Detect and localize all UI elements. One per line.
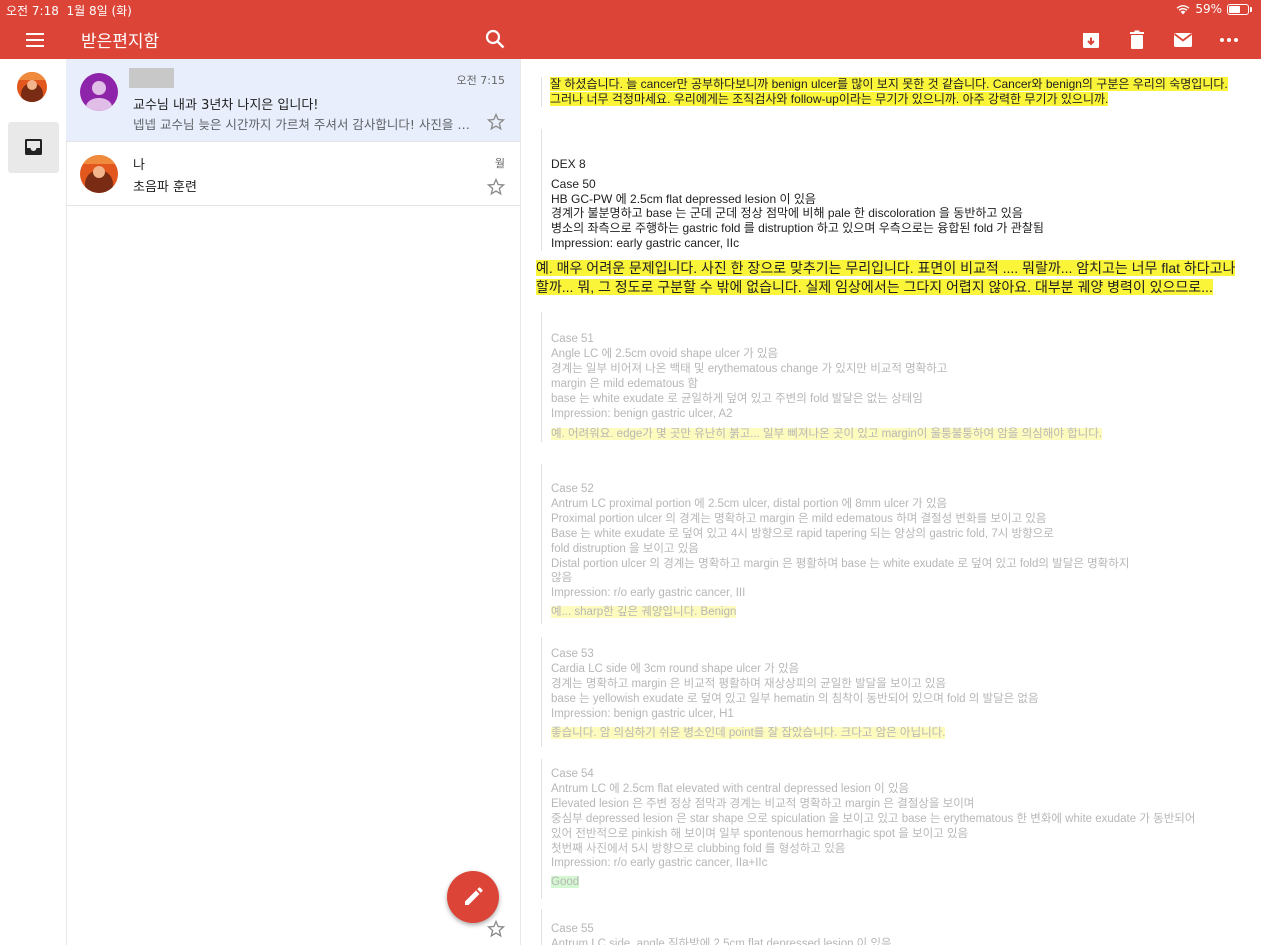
case-title: Case 51 <box>551 333 594 345</box>
mail-icon[interactable] <box>1171 28 1195 52</box>
app-bar: 받은편지함 <box>0 20 1261 59</box>
star-icon[interactable] <box>486 177 506 197</box>
compose-button[interactable] <box>447 871 499 923</box>
case-block: Case 52 Antrum LC proximal portion 에 2.5… <box>541 464 1251 624</box>
reply-line: 좋습니다. 암 의심하기 쉬운 병소인데 point를 잘 잡았습니다. 크다고… <box>551 726 946 739</box>
reply-line: 그러나 너무 걱정마세요. 우리에게는 조직검사와 follow-up이라는 무… <box>550 92 1109 106</box>
thread-row[interactable]: 오전 7:15 교수님 내과 3년차 나지은 입니다! 넵넵 교수님 늦은 시간… <box>66 59 520 142</box>
case-line: Impression: benign gastric ulcer, A2 <box>551 407 733 420</box>
pencil-icon <box>465 887 483 905</box>
thread-row[interactable]: 나 월 초음파 훈련 <box>66 142 520 206</box>
thread-subject: 교수님 내과 3년차 나지은 입니다! <box>133 98 319 113</box>
status-bar: 오전 7:18 1월 8일 (화) 59% <box>0 0 1261 20</box>
star-icon[interactable] <box>486 112 506 132</box>
sender-avatar <box>80 73 118 111</box>
case-line: 있어 전반적으로 pinkish 해 보이며 일부 spontenous hem… <box>551 827 969 840</box>
case-block: Case 53 Cardia LC side 에 3cm round shape… <box>541 637 1251 747</box>
thread-subject: 초음파 훈련 <box>133 180 197 195</box>
case-line: HB GC-PW 에 2.5cm flat depressed lesion 이… <box>551 191 816 206</box>
thread-snippet: 넵넵 교수님 늦은 시간까지 가르쳐 주셔서 감사합니다! 사진을 더 많이 봐… <box>133 117 478 132</box>
case-line: Cardia LC side 에 3cm round shape ulcer 가… <box>551 662 800 675</box>
case-line: 경계가 불분명하고 base 는 군데 군데 정상 점막에 비해 pale 한 … <box>551 206 1023 221</box>
case-title: Case 53 <box>551 648 594 660</box>
inbox-icon <box>25 139 42 155</box>
trash-icon[interactable] <box>1125 28 1149 52</box>
case-line: Antrum LC proximal portion 에 2.5cm ulcer… <box>551 497 948 510</box>
reply-text: 예. 매우 어려운 문제입니다. 사진 한 장으로 맞추기는 무리입니다. 표면… <box>536 259 1238 296</box>
case-title: Case 55 <box>551 923 594 935</box>
case-line: margin 은 mild edematous 함 <box>551 377 699 390</box>
search-icon[interactable] <box>484 28 506 50</box>
page-title: 받은편지함 <box>81 32 160 52</box>
sender-avatar <box>80 155 118 193</box>
case-block: Case 55 Antrum LC side, angle 직하방에 2.5cm… <box>541 909 1251 945</box>
archive-icon[interactable] <box>1079 28 1103 52</box>
star-icon[interactable] <box>486 919 506 939</box>
case-line: 첫번째 사진에서 5시 방향으로 clubbing fold 를 형성하고 있음 <box>551 842 846 855</box>
case-line: Angle LC 에 2.5cm ovoid shape ulcer 가 있음 <box>551 347 779 360</box>
case-line: fold distruption 을 보이고 있음 <box>551 542 699 555</box>
case-line: Impression: r/o early gastric cancer, II… <box>551 857 768 870</box>
case-line: Impression: benign gastric ulcer, H1 <box>551 707 734 720</box>
thread-time: 월 <box>494 157 505 170</box>
account-rail <box>0 59 67 945</box>
case-block: Case 54 Antrum LC 에 2.5cm flat elevated … <box>541 759 1261 899</box>
status-date: 1월 8일 (화) <box>66 4 132 18</box>
reply-line: 예. 매우 어려운 문제입니다. 사진 한 장으로 맞추기는 무리입니다. 표면… <box>536 260 1236 295</box>
more-icon[interactable] <box>1217 28 1241 52</box>
case-title: Case 54 <box>551 768 594 780</box>
case-line: 중심부 depressed lesion 은 star shape 으로 spi… <box>551 812 1196 825</box>
case-title: Case 52 <box>551 483 594 495</box>
case-line: Distal portion ulcer 의 경계는 명확하고 margin 은… <box>551 557 1130 570</box>
case-title: Case 50 <box>551 176 596 191</box>
battery-icon <box>1227 3 1252 15</box>
quoted-reply: 잘 하셨습니다. 늘 cancer만 공부하다보니까 benign ulcer를… <box>541 77 1250 107</box>
case-line: Antrum LC side, angle 직하방에 2.5cm flat de… <box>551 937 892 945</box>
reply-line: 예. 어려워요. edge가 몇 곳만 유난히 붉고... 일부 삐져나온 곳이… <box>551 428 1103 441</box>
inbox-button[interactable] <box>8 122 59 173</box>
case-line: Impression: r/o early gastric cancer, II… <box>551 587 746 600</box>
case-line: base 는 white exudate 로 균일하게 덮여 있고 주변의 fo… <box>551 392 923 405</box>
account-avatar[interactable] <box>17 72 47 102</box>
case-line: Impression: early gastric cancer, IIc <box>551 235 740 250</box>
reply-line: 잘 하셨습니다. 늘 cancer만 공부하다보니까 benign ulcer를… <box>550 77 1228 91</box>
message-body: 잘 하셨습니다. 늘 cancer만 공부하다보니까 benign ulcer를… <box>521 59 1261 945</box>
case-line: Base 는 white exudate 로 덮여 있고 4시 방향으로 rap… <box>551 527 1054 540</box>
case-line: 경계는 명확하고 margin 은 비교적 평활하며 재상상피의 균일한 발달을… <box>551 677 947 690</box>
case-block: DEX 8 Case 50 HB GC-PW 에 2.5cm flat depr… <box>541 129 1251 251</box>
thread-sender: 나 <box>133 158 145 173</box>
case-line: Elevated lesion 은 주변 정상 점막과 경계는 비교적 명확하고… <box>551 797 975 810</box>
reply-line: Good <box>551 876 580 889</box>
thread-time: 오전 7:15 <box>456 74 505 87</box>
dex-title: DEX 8 <box>551 157 586 171</box>
case-line: 않음 <box>551 572 573 585</box>
thread-list: 오전 7:15 교수님 내과 3년차 나지은 입니다! 넵넵 교수님 늦은 시간… <box>66 59 521 945</box>
case-line: 경계는 일부 비어져 나온 백태 및 erythematous change 가… <box>551 362 948 375</box>
wifi-icon <box>1176 4 1190 14</box>
menu-icon[interactable] <box>24 29 46 51</box>
case-line: Proximal portion ulcer 의 경계는 명확하고 margin… <box>551 512 1047 525</box>
case-line: base 는 yellowish exudate 로 덮여 있고 일부 hema… <box>551 692 1039 705</box>
case-line: Antrum LC 에 2.5cm flat elevated with cen… <box>551 782 910 795</box>
sender-name-redacted <box>129 68 174 88</box>
battery-percent: 59% <box>1195 2 1222 16</box>
case-line: 병소의 좌측으로 주행하는 gastric fold 를 distruption… <box>551 221 1044 236</box>
status-time: 오전 7:18 <box>6 4 59 18</box>
case-block: Case 51 Angle LC 에 2.5cm ovoid shape ulc… <box>541 312 1251 442</box>
reply-line: 예... sharp한 깊은 궤양입니다. Benign <box>551 606 737 619</box>
